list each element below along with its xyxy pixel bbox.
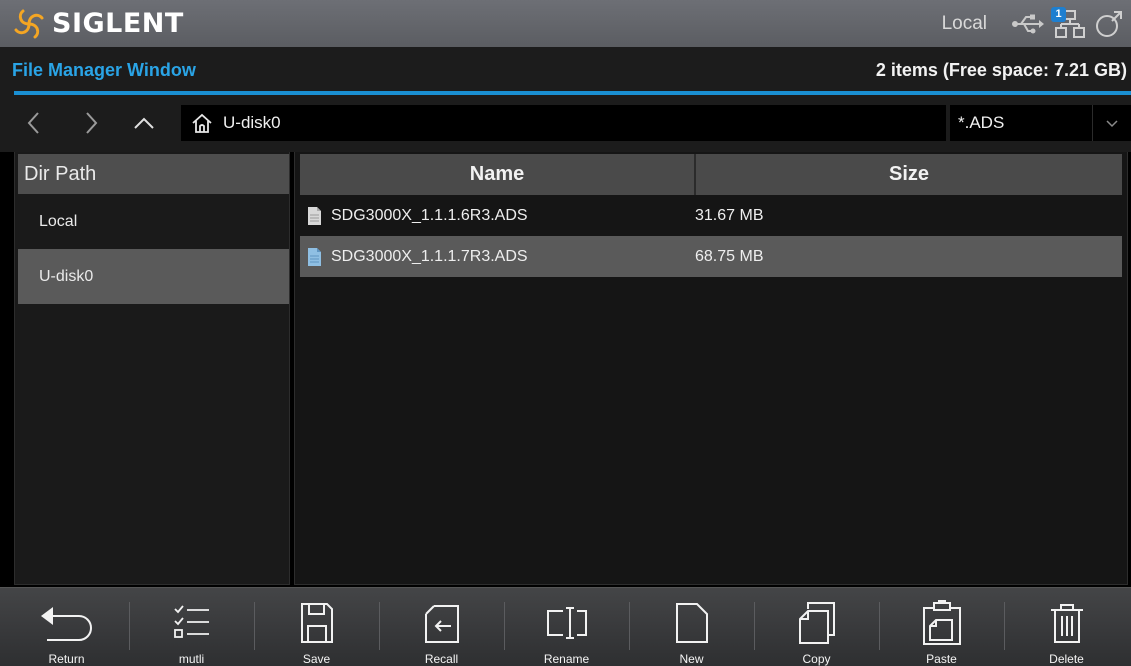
checklist-icon [172,600,212,646]
forward-button[interactable] [73,105,109,141]
network-icon: 1 [1051,6,1085,39]
external-link-icon[interactable] [1095,10,1123,38]
file-filter-select[interactable]: *.ADS [950,105,1131,141]
file-size: 68.75 MB [695,247,764,265]
multi-select-label: mutli [178,652,205,666]
file-table-header: Name Size [300,154,1122,195]
brand-bar: SIGLENT Local 1 [0,0,1131,47]
new-file-icon [675,600,709,646]
delete-button[interactable]: Delete [1004,588,1129,666]
status-area: Local 1 [942,0,1131,47]
brand-name: SIGLENT [52,8,184,39]
rename-icon [545,600,589,646]
column-header-size[interactable]: Size [696,154,1122,195]
file-list-panel: Name Size SDG3000X_1.1.1.6R3.ADS 31.67 M… [294,152,1128,585]
recall-button[interactable]: Recall [379,588,504,666]
dir-item-local[interactable]: Local [18,194,289,249]
save-icon [300,600,334,646]
chevron-right-icon [86,112,98,134]
copy-label: Copy [802,652,831,666]
item-count-summary: 2 items (Free space: 7.21 GB) [875,60,1127,80]
chevron-down-icon[interactable] [1093,118,1131,128]
window-title-bar: File Manager Window 2 items (Free space:… [0,47,1131,95]
back-button[interactable] [16,105,52,141]
file-icon [307,206,322,226]
current-path: U-disk0 [223,113,281,132]
dir-item-u-disk0[interactable]: U-disk0 [18,249,289,304]
return-icon [39,600,95,646]
save-label: Save [302,652,331,666]
path-field[interactable]: U-disk0 [181,105,946,141]
delete-label: Delete [1049,652,1084,666]
recall-icon [424,600,460,646]
rename-button[interactable]: Rename [504,588,629,666]
paste-button[interactable]: Paste [879,588,1004,666]
file-name: SDG3000X_1.1.1.7R3.ADS [331,247,528,265]
return-button[interactable]: Return [4,588,129,666]
copy-icon [798,600,836,646]
window-title: File Manager Window [12,60,196,80]
paste-label: Paste [926,652,957,666]
navigation-bar: U-disk0 *.ADS [0,95,1131,152]
remote-mode-status: Local [941,12,987,34]
new-button[interactable]: New [629,588,754,666]
column-header-name[interactable]: Name [300,154,696,195]
dir-path-header: Dir Path [18,154,289,194]
brand: SIGLENT [12,7,184,41]
file-filter-value: *.ADS [958,113,1005,132]
return-label: Return [48,652,85,666]
chevron-up-icon [134,117,154,129]
bottom-toolbar: Return mutli Save Recall Rename New Copy… [0,587,1131,666]
dir-path-panel: Dir Path Local U-disk0 [14,152,290,585]
copy-button[interactable]: Copy [754,588,879,666]
recall-label: Recall [424,652,459,666]
new-label: New [679,652,704,666]
save-button[interactable]: Save [254,588,379,666]
file-row[interactable]: SDG3000X_1.1.1.6R3.ADS 31.67 MB [300,195,1122,236]
file-size: 31.67 MB [695,206,764,224]
file-icon [307,247,322,267]
paste-icon [922,600,962,646]
rename-label: Rename [543,652,590,666]
siglent-swirl-logo [14,9,44,38]
chevron-left-icon [27,112,39,134]
network-badge: 1 [1051,6,1066,22]
multi-select-button[interactable]: mutli [129,588,254,666]
file-name: SDG3000X_1.1.1.6R3.ADS [331,206,528,224]
trash-icon [1049,600,1085,646]
file-row[interactable]: SDG3000X_1.1.1.7R3.ADS 68.75 MB [300,236,1122,277]
home-icon[interactable] [191,112,213,134]
usb-icon [1011,13,1045,35]
up-button[interactable] [126,105,162,141]
